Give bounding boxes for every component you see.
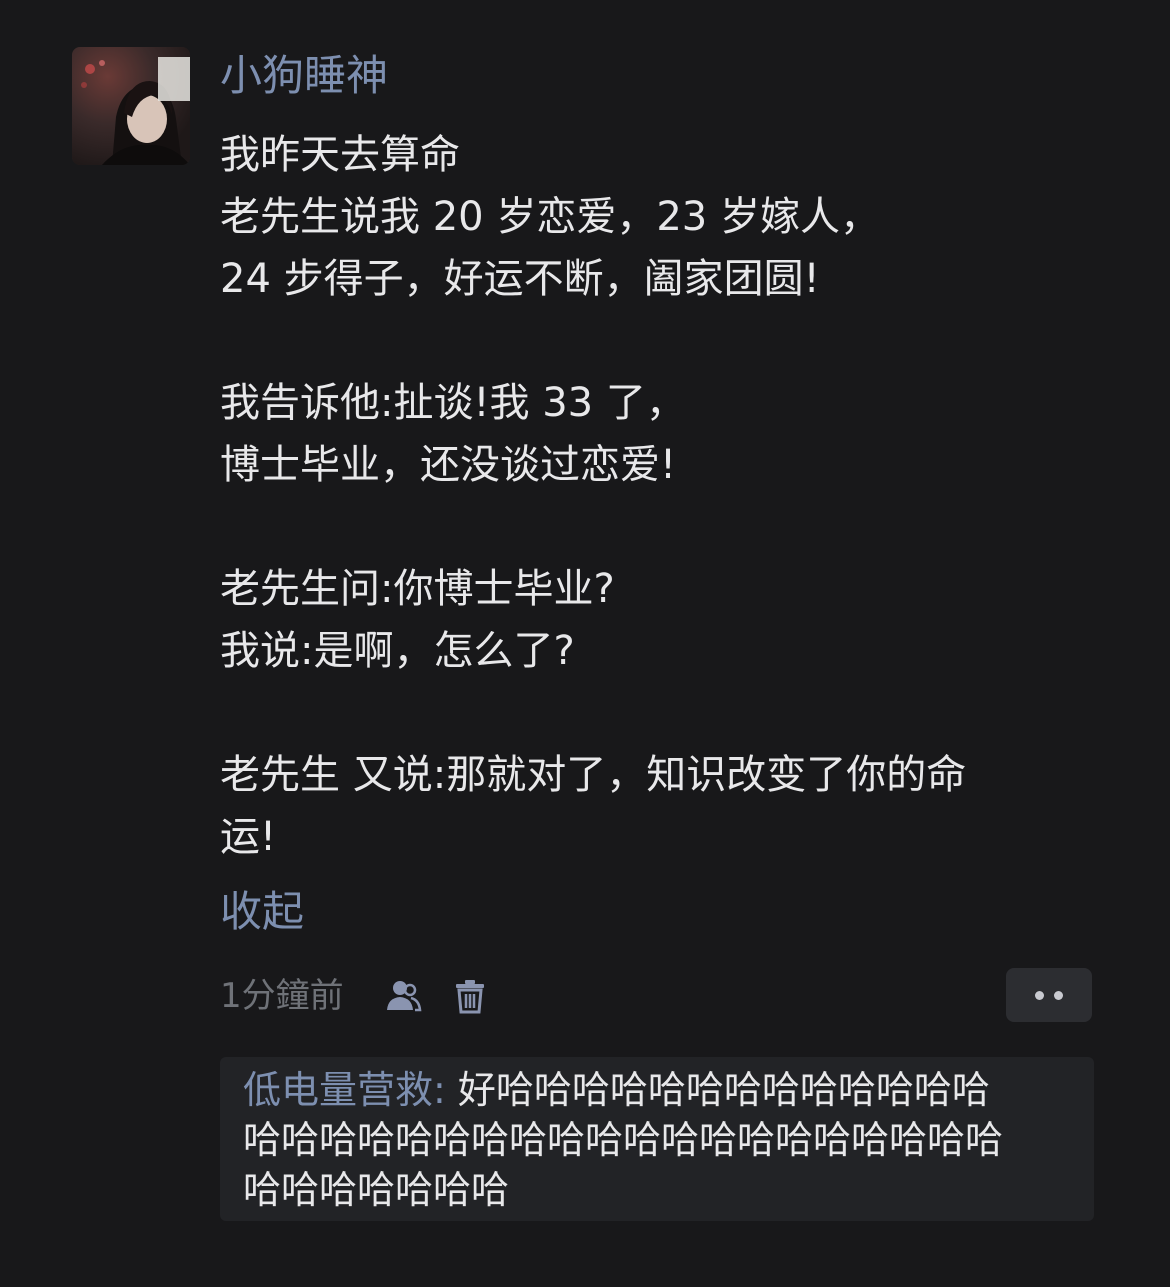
more-dots-icon [1054, 991, 1063, 1000]
post-line: 我昨天去算命 [220, 132, 460, 178]
post-line: 老先生问:你博士毕业? [220, 566, 615, 612]
post-line: 运! [220, 814, 277, 860]
avatar[interactable] [72, 47, 190, 165]
users-icon[interactable] [383, 976, 423, 1016]
trash-icon[interactable] [450, 976, 490, 1016]
post-timestamp: 1分鐘前 [220, 976, 344, 1016]
post-line: 博士毕业，还没谈过恋爱! [220, 442, 677, 488]
post-meta-row: 1分鐘前 [220, 968, 1092, 1022]
post-line: 我告诉他:扯谈!我 33 了， [220, 380, 686, 426]
more-dots-icon [1035, 991, 1044, 1000]
post-line: 老先生说我 20 岁恋爱，23 岁嫁人， [220, 194, 880, 240]
reply-author-name[interactable]: 低电量营救 [243, 1068, 433, 1112]
post-content: 我昨天去算命 老先生说我 20 岁恋爱，23 岁嫁人， 24 步得子，好运不断，… [220, 124, 1120, 868]
reply-content: 好哈哈哈哈哈哈哈哈哈哈哈哈哈 [457, 1068, 990, 1112]
collapse-link[interactable]: 收起 [220, 884, 304, 940]
reply-content: 哈哈哈哈哈哈哈哈哈哈哈哈哈哈哈哈哈哈哈哈 [243, 1118, 1004, 1162]
reply-text: 低电量营救: 好哈哈哈哈哈哈哈哈哈哈哈哈哈 哈哈哈哈哈哈哈哈哈哈哈哈哈哈哈哈哈哈… [243, 1065, 1083, 1215]
post-line: 我说:是啊，怎么了? [220, 628, 575, 674]
reply-line: 低电量营救: 好哈哈哈哈哈哈哈哈哈哈哈哈哈 [243, 1065, 1083, 1115]
post-line: 24 步得子，好运不断，阖家团圆! [220, 256, 820, 302]
avatar-photo [72, 47, 190, 165]
reply-content: 哈哈哈哈哈哈哈 [243, 1168, 510, 1212]
reply-separator: : [433, 1068, 458, 1112]
reply-box[interactable]: 低电量营救: 好哈哈哈哈哈哈哈哈哈哈哈哈哈 哈哈哈哈哈哈哈哈哈哈哈哈哈哈哈哈哈哈… [220, 1057, 1094, 1221]
post-author-name[interactable]: 小狗睡神 [220, 50, 388, 102]
post-line: 老先生 又说:那就对了，知识改变了你的命 [220, 752, 967, 798]
more-options-button[interactable] [1006, 968, 1092, 1022]
